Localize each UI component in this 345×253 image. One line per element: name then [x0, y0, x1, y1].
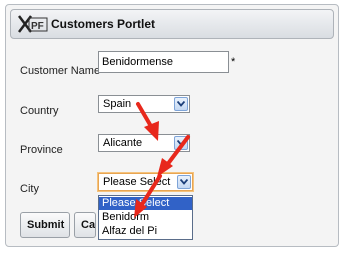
city-option[interactable]: Benidorm: [99, 211, 192, 224]
city-option[interactable]: Alfaz del Pi: [99, 225, 192, 238]
required-mark: *: [231, 56, 236, 68]
cancel-button[interactable]: Cancel: [74, 212, 96, 238]
chevron-down-icon[interactable]: [174, 136, 188, 150]
svg-text:PF: PF: [31, 21, 44, 32]
city-select[interactable]: Please Select: [98, 173, 193, 191]
country-select-value: Spain: [103, 98, 132, 110]
city-label: City: [20, 183, 39, 195]
chevron-down-icon[interactable]: [174, 97, 188, 111]
submit-button[interactable]: Submit: [20, 212, 70, 238]
chevron-down-icon[interactable]: [177, 175, 191, 189]
city-select-value: Please Select: [103, 176, 171, 188]
city-option[interactable]: Please Select: [99, 197, 192, 210]
customer-name-label: Customer Name: [20, 65, 101, 77]
country-select[interactable]: Spain: [98, 95, 190, 113]
country-label: Country: [20, 105, 59, 117]
province-label: Province: [20, 144, 63, 156]
customer-name-input[interactable]: [98, 51, 229, 73]
xpf-logo-icon: PF: [18, 15, 48, 33]
customers-portlet: PF Customers Portlet Customer Name * Cou…: [5, 4, 339, 247]
province-select[interactable]: Alicante: [98, 134, 190, 152]
portlet-header: PF Customers Portlet: [10, 9, 334, 39]
portlet-title: Customers Portlet: [51, 17, 156, 31]
city-dropdown-list: Please Select Benidorm Alfaz del Pi: [98, 195, 193, 240]
province-select-value: Alicante: [103, 137, 143, 149]
